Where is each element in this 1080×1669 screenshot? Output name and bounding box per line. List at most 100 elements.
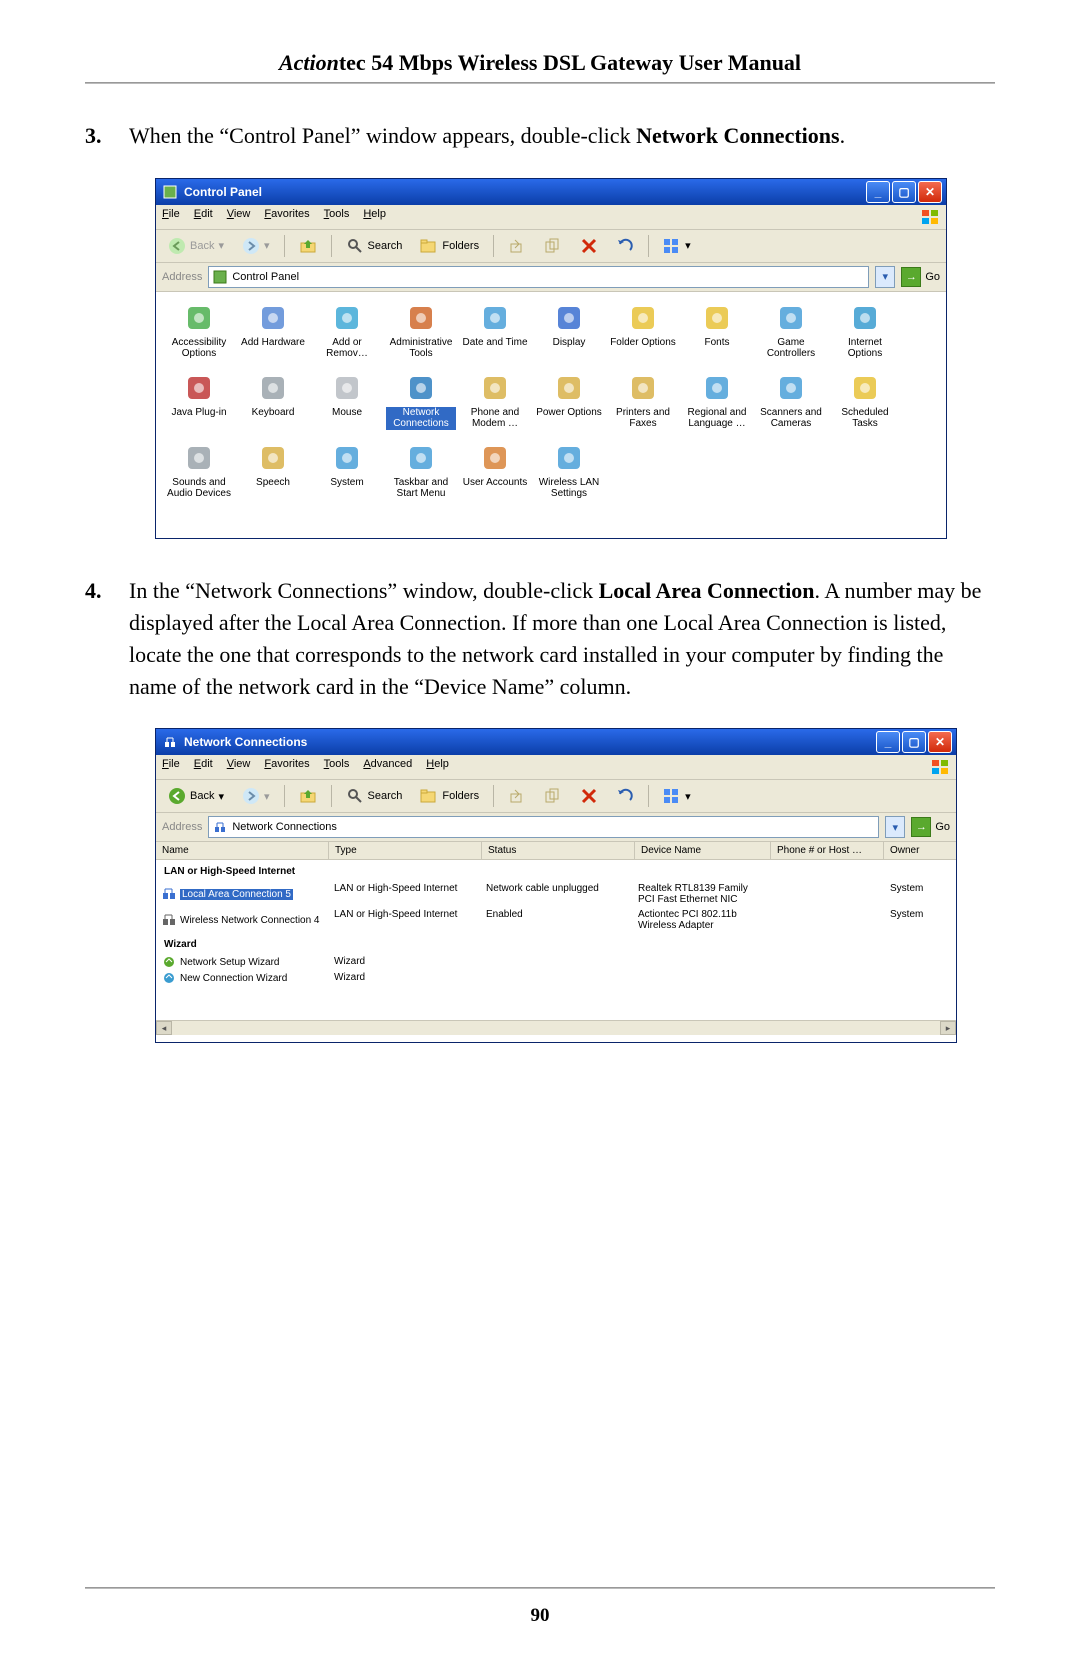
cp-item-label: Scheduled Tasks [830, 407, 900, 430]
menu-tools[interactable]: Tools [324, 758, 350, 776]
undo-button[interactable] [610, 234, 640, 258]
cp-item-17[interactable]: Regional and Language … [682, 372, 752, 430]
cp-item-icon [257, 372, 289, 404]
cp-item-16[interactable]: Printers and Faxes [608, 372, 678, 430]
wizard-row[interactable]: Network Setup WizardWizard [156, 954, 956, 970]
menu-file[interactable]: File [162, 758, 180, 776]
menu-advanced[interactable]: Advanced [363, 758, 412, 776]
cp-item-icon [331, 442, 363, 474]
copy-to-button[interactable] [538, 784, 568, 808]
views-button[interactable]: ▾ [657, 234, 697, 258]
cp-item-icon [627, 302, 659, 334]
views-button[interactable]: ▾ [657, 784, 697, 808]
delete-button[interactable] [574, 234, 604, 258]
cp-item-3[interactable]: Administrative Tools [386, 302, 456, 360]
go-button[interactable]: →Go [911, 817, 950, 837]
titlebar[interactable]: Network Connections _ ▢ ✕ [156, 729, 956, 755]
cp-item-6[interactable]: Folder Options [608, 302, 678, 360]
window-title: Network Connections [184, 735, 876, 749]
maximize-button[interactable]: ▢ [892, 181, 916, 203]
scroll-right-icon[interactable]: ▸ [940, 1021, 956, 1035]
copy-to-button[interactable] [538, 234, 568, 258]
cp-item-11[interactable]: Keyboard [238, 372, 308, 430]
cp-item-9[interactable]: Internet Options [830, 302, 900, 360]
cp-item-5[interactable]: Display [534, 302, 604, 360]
menu-view[interactable]: View [227, 208, 251, 226]
cp-item-19[interactable]: Scheduled Tasks [830, 372, 900, 430]
up-button[interactable] [293, 234, 323, 258]
col-owner[interactable]: Owner [884, 842, 956, 859]
close-button[interactable]: ✕ [928, 731, 952, 753]
address-field[interactable]: Network Connections [208, 816, 879, 838]
move-to-icon [508, 787, 526, 805]
cp-item-22[interactable]: System [312, 442, 382, 500]
address-dropdown[interactable]: ▾ [875, 266, 895, 288]
cp-item-10[interactable]: Java Plug-in [164, 372, 234, 430]
address-field[interactable]: Control Panel [208, 266, 869, 288]
go-button[interactable]: →Go [901, 267, 940, 287]
menu-file[interactable]: File [162, 208, 180, 226]
menu-help[interactable]: Help [426, 758, 449, 776]
cp-item-1[interactable]: Add Hardware [238, 302, 308, 360]
cp-item-4[interactable]: Date and Time [460, 302, 530, 360]
cp-item-20[interactable]: Sounds and Audio Devices [164, 442, 234, 500]
minimize-button[interactable]: _ [876, 731, 900, 753]
cp-item-label: Phone and Modem … [460, 407, 530, 430]
cp-item-icon [183, 372, 215, 404]
folders-button[interactable]: Folders [414, 234, 485, 258]
column-headers[interactable]: Name Type Status Device Name Phone # or … [156, 842, 956, 860]
step-3-text: When the “Control Panel” window appears,… [129, 120, 995, 152]
menu-edit[interactable]: Edit [194, 758, 213, 776]
wizard-row[interactable]: New Connection WizardWizard [156, 970, 956, 986]
forward-button[interactable]: ▾ [236, 784, 276, 808]
address-dropdown[interactable]: ▾ [885, 816, 905, 838]
col-device[interactable]: Device Name [635, 842, 771, 859]
col-type[interactable]: Type [329, 842, 482, 859]
cp-item-icon [849, 302, 881, 334]
connection-row[interactable]: Local Area Connection 5LAN or High-Speed… [156, 881, 956, 907]
maximize-button[interactable]: ▢ [902, 731, 926, 753]
cp-item-23[interactable]: Taskbar and Start Menu [386, 442, 456, 500]
step-4: 4. In the “Network Connections” window, … [85, 575, 995, 703]
cp-item-14[interactable]: Phone and Modem … [460, 372, 530, 430]
titlebar[interactable]: Control Panel _ ▢ ✕ [156, 179, 946, 205]
menu-tools[interactable]: Tools [324, 208, 350, 226]
menu-favorites[interactable]: Favorites [264, 208, 309, 226]
col-phone[interactable]: Phone # or Host … [771, 842, 884, 859]
cp-item-24[interactable]: User Accounts [460, 442, 530, 500]
col-status[interactable]: Status [482, 842, 635, 859]
back-button[interactable]: Back ▾ [162, 784, 230, 808]
cp-item-15[interactable]: Power Options [534, 372, 604, 430]
page-number: 90 [0, 1605, 1080, 1627]
cp-item-8[interactable]: Game Controllers [756, 302, 826, 360]
cp-item-7[interactable]: Fonts [682, 302, 752, 360]
folders-button[interactable]: Folders [414, 784, 485, 808]
delete-button[interactable] [574, 784, 604, 808]
cp-item-13[interactable]: Network Connections [386, 372, 456, 430]
back-button[interactable]: Back ▾ [162, 234, 230, 258]
menu-help[interactable]: Help [363, 208, 386, 226]
scroll-left-icon[interactable]: ◂ [156, 1021, 172, 1035]
close-button[interactable]: ✕ [918, 181, 942, 203]
cp-item-21[interactable]: Speech [238, 442, 308, 500]
forward-button[interactable]: ▾ [236, 234, 276, 258]
cp-item-18[interactable]: Scanners and Cameras [756, 372, 826, 430]
cp-item-12[interactable]: Mouse [312, 372, 382, 430]
col-name[interactable]: Name [156, 842, 329, 859]
horizontal-scrollbar[interactable]: ◂ ▸ [156, 1020, 956, 1035]
menu-view[interactable]: View [227, 758, 251, 776]
search-button[interactable]: Search [340, 784, 409, 808]
minimize-button[interactable]: _ [866, 181, 890, 203]
move-to-button[interactable] [502, 784, 532, 808]
menu-favorites[interactable]: Favorites [264, 758, 309, 776]
menu-edit[interactable]: Edit [194, 208, 213, 226]
connection-row[interactable]: Wireless Network Connection 4LAN or High… [156, 907, 956, 933]
cp-item-25[interactable]: Wireless LAN Settings [534, 442, 604, 500]
cp-item-0[interactable]: Accessibility Options [164, 302, 234, 360]
search-button[interactable]: Search [340, 234, 409, 258]
up-button[interactable] [293, 784, 323, 808]
cp-item-2[interactable]: Add or Remov… [312, 302, 382, 360]
undo-button[interactable] [610, 784, 640, 808]
move-to-button[interactable] [502, 234, 532, 258]
step-4-number: 4. [85, 575, 129, 703]
